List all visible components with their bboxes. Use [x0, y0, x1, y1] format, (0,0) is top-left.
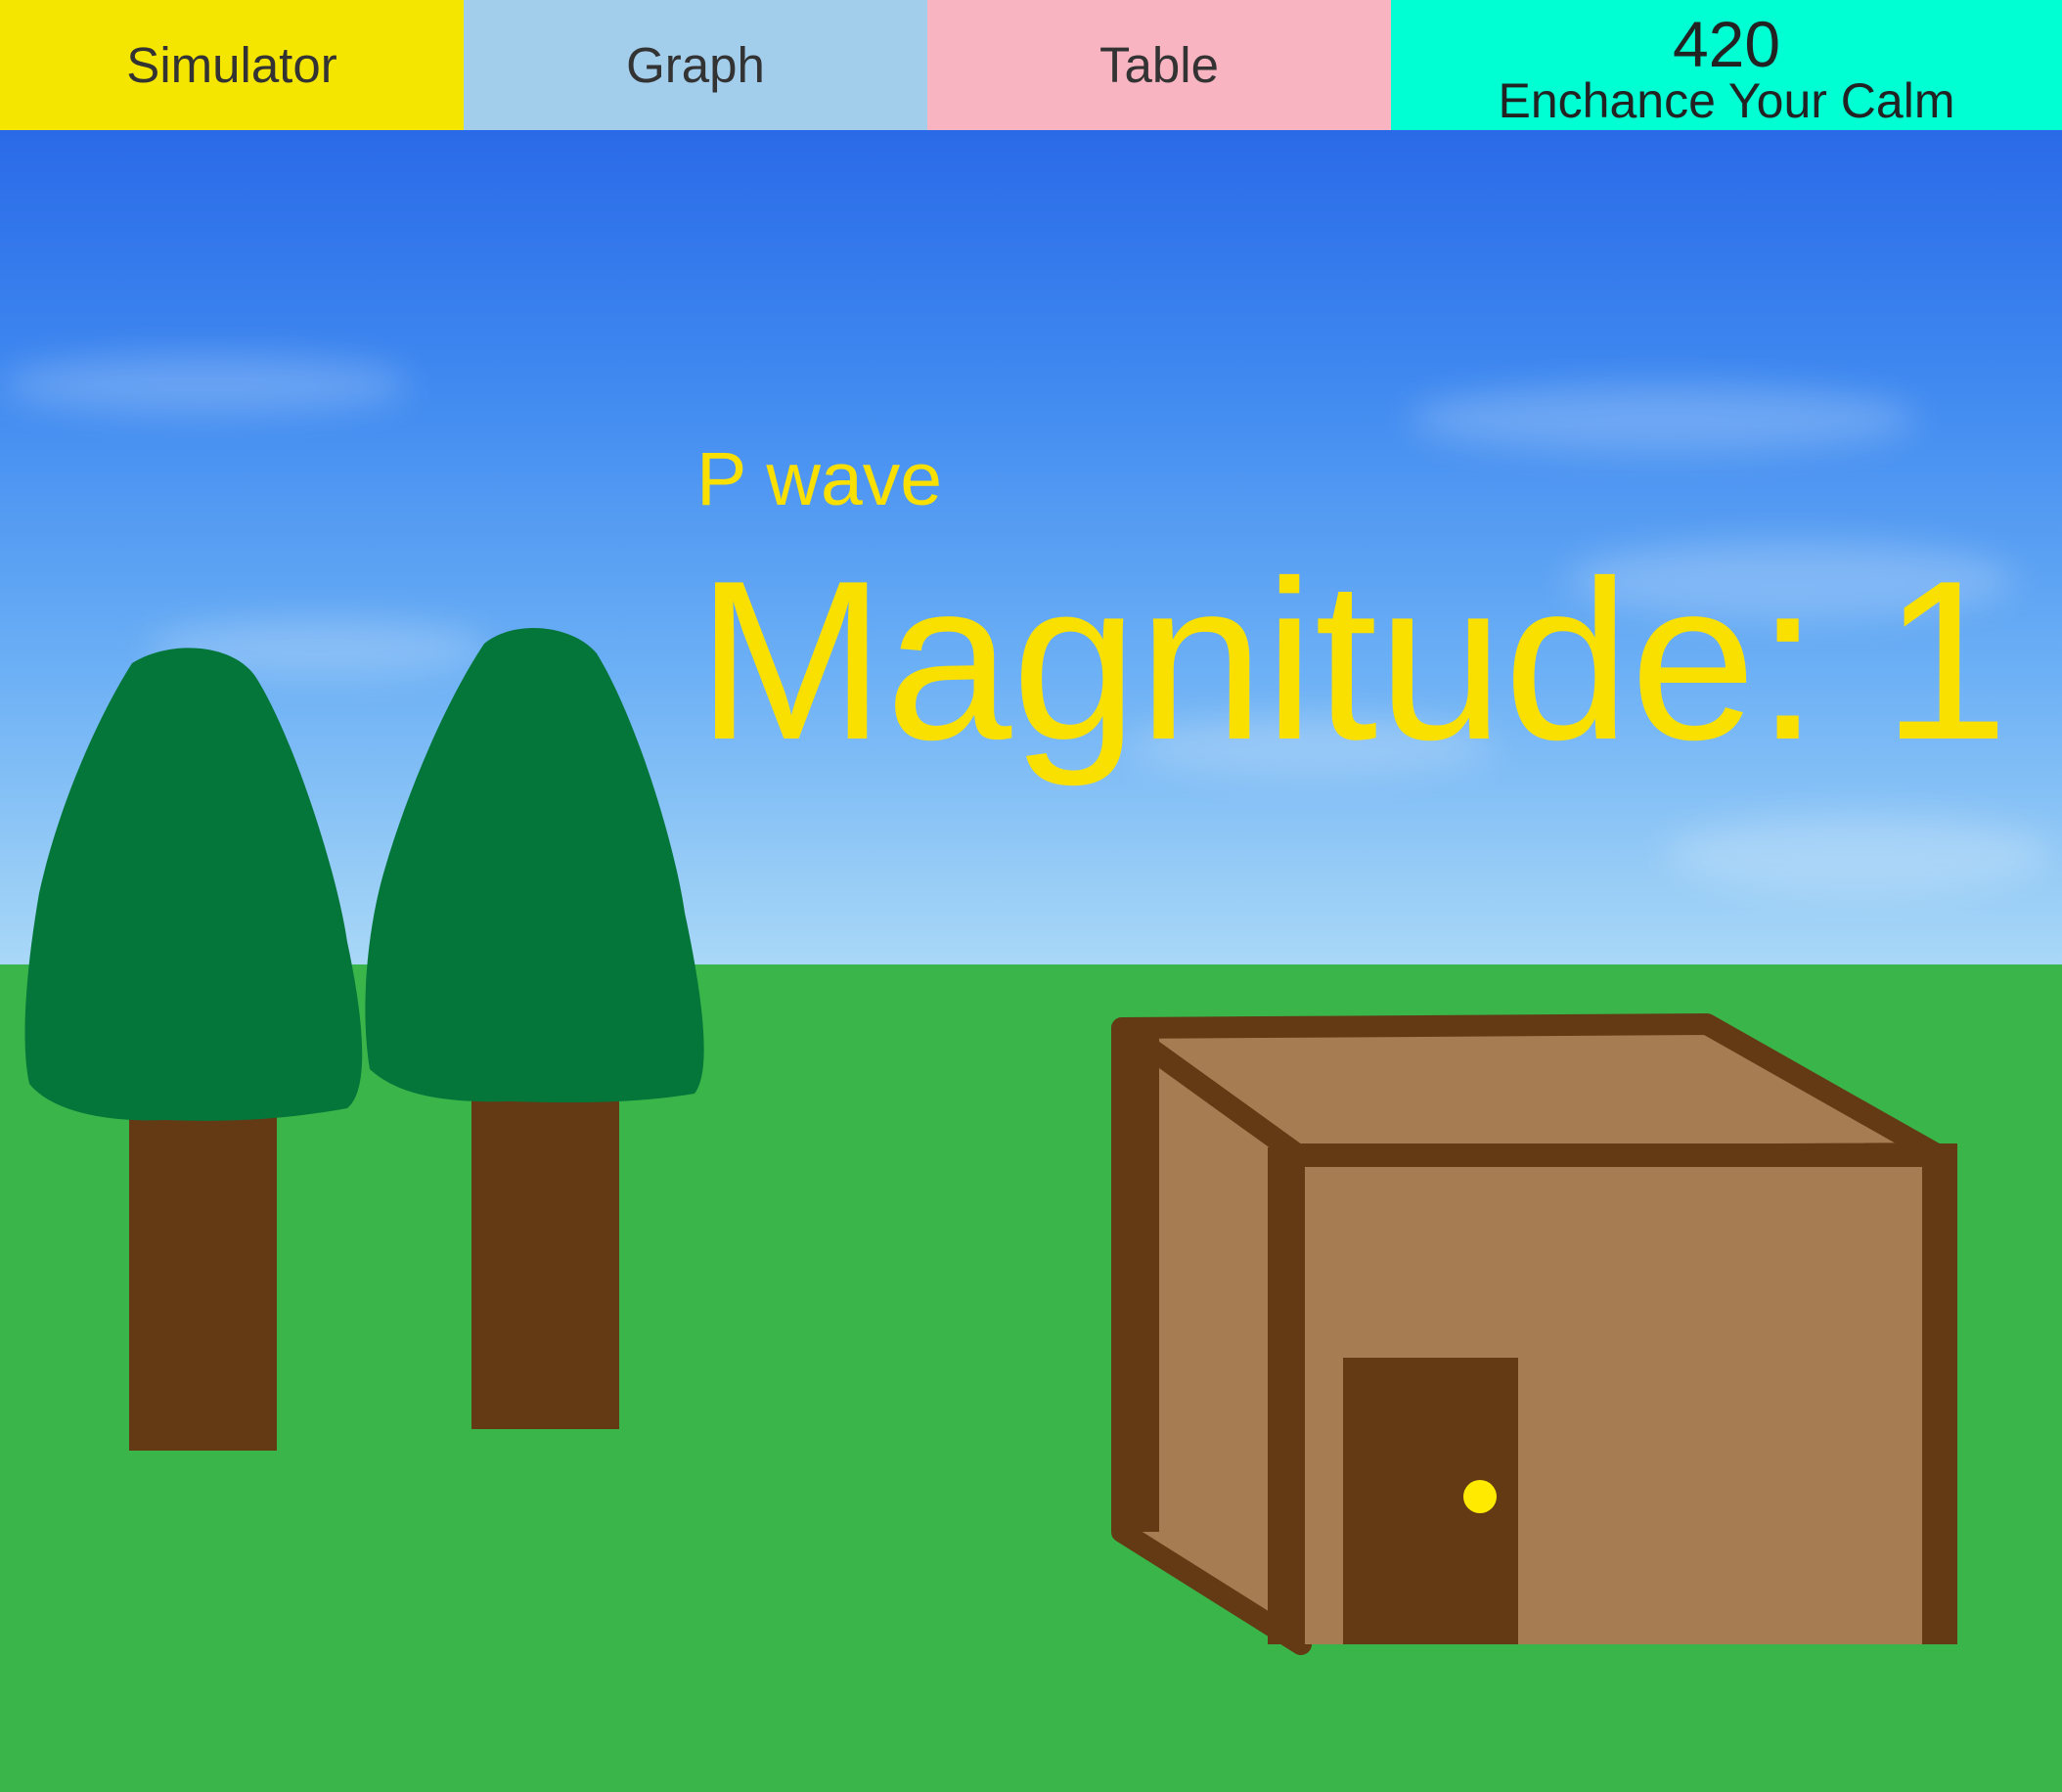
tab-graph[interactable]: Graph [464, 0, 927, 130]
tree-trunk [129, 1069, 277, 1451]
house-front-beam [1301, 1143, 1957, 1167]
tab-table[interactable]: Table [927, 0, 1391, 130]
door-knob [1463, 1480, 1497, 1513]
house-corner-post [1122, 1028, 1159, 1532]
house-corner-post [1268, 1147, 1305, 1644]
enchance-your-calm-button[interactable]: 420 Enchance Your Calm [1391, 0, 2062, 130]
tree-trunk [471, 1050, 619, 1429]
tree-right [365, 627, 704, 1429]
wave-type-label: P wave [696, 437, 943, 521]
house-corner-post [1922, 1157, 1957, 1644]
tree-foliage [365, 627, 704, 1103]
tree-left [24, 648, 363, 1451]
tab-bar: Simulator Graph Table 420 Enchance Your … [0, 0, 2062, 130]
tab-simulator[interactable]: Simulator [0, 0, 464, 130]
calm-label: Enchance Your Calm [1498, 72, 1955, 128]
calm-count: 420 [1672, 7, 1781, 80]
house [1111, 1013, 1957, 1655]
simulator-scene: P wave Magnitude: 1 [0, 130, 2062, 1792]
scene-drawing [24, 627, 1957, 1655]
magnitude-label: Magnitude: 1 [696, 534, 2009, 787]
tree-foliage [24, 648, 363, 1121]
